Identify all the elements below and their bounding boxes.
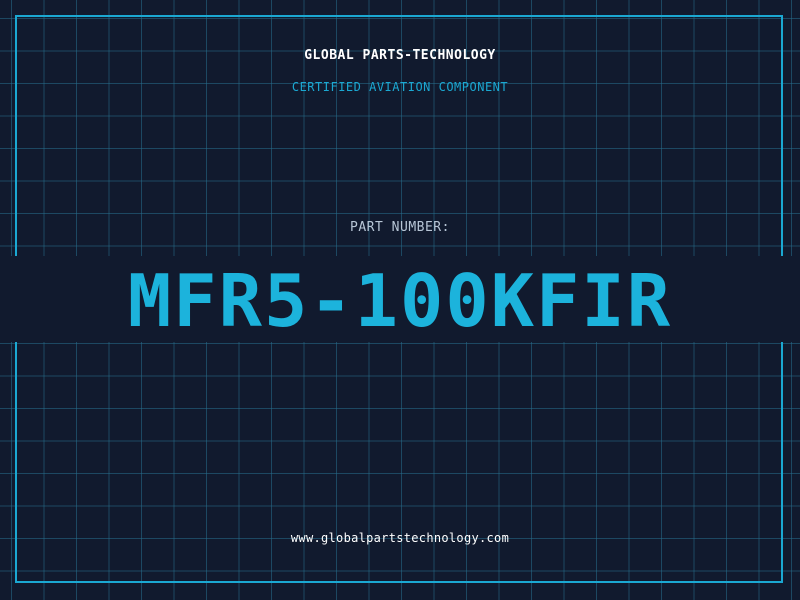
part-number: MFR5-100KFIR [0,256,800,343]
website-link[interactable]: www.globalpartstechnology.com [0,531,800,545]
part-number-label: PART NUMBER: [350,220,450,235]
company-name: GLOBAL PARTS-TECHNOLOGY [304,48,496,63]
certification-text: CERTIFIED AVIATION COMPONENT [291,80,509,94]
